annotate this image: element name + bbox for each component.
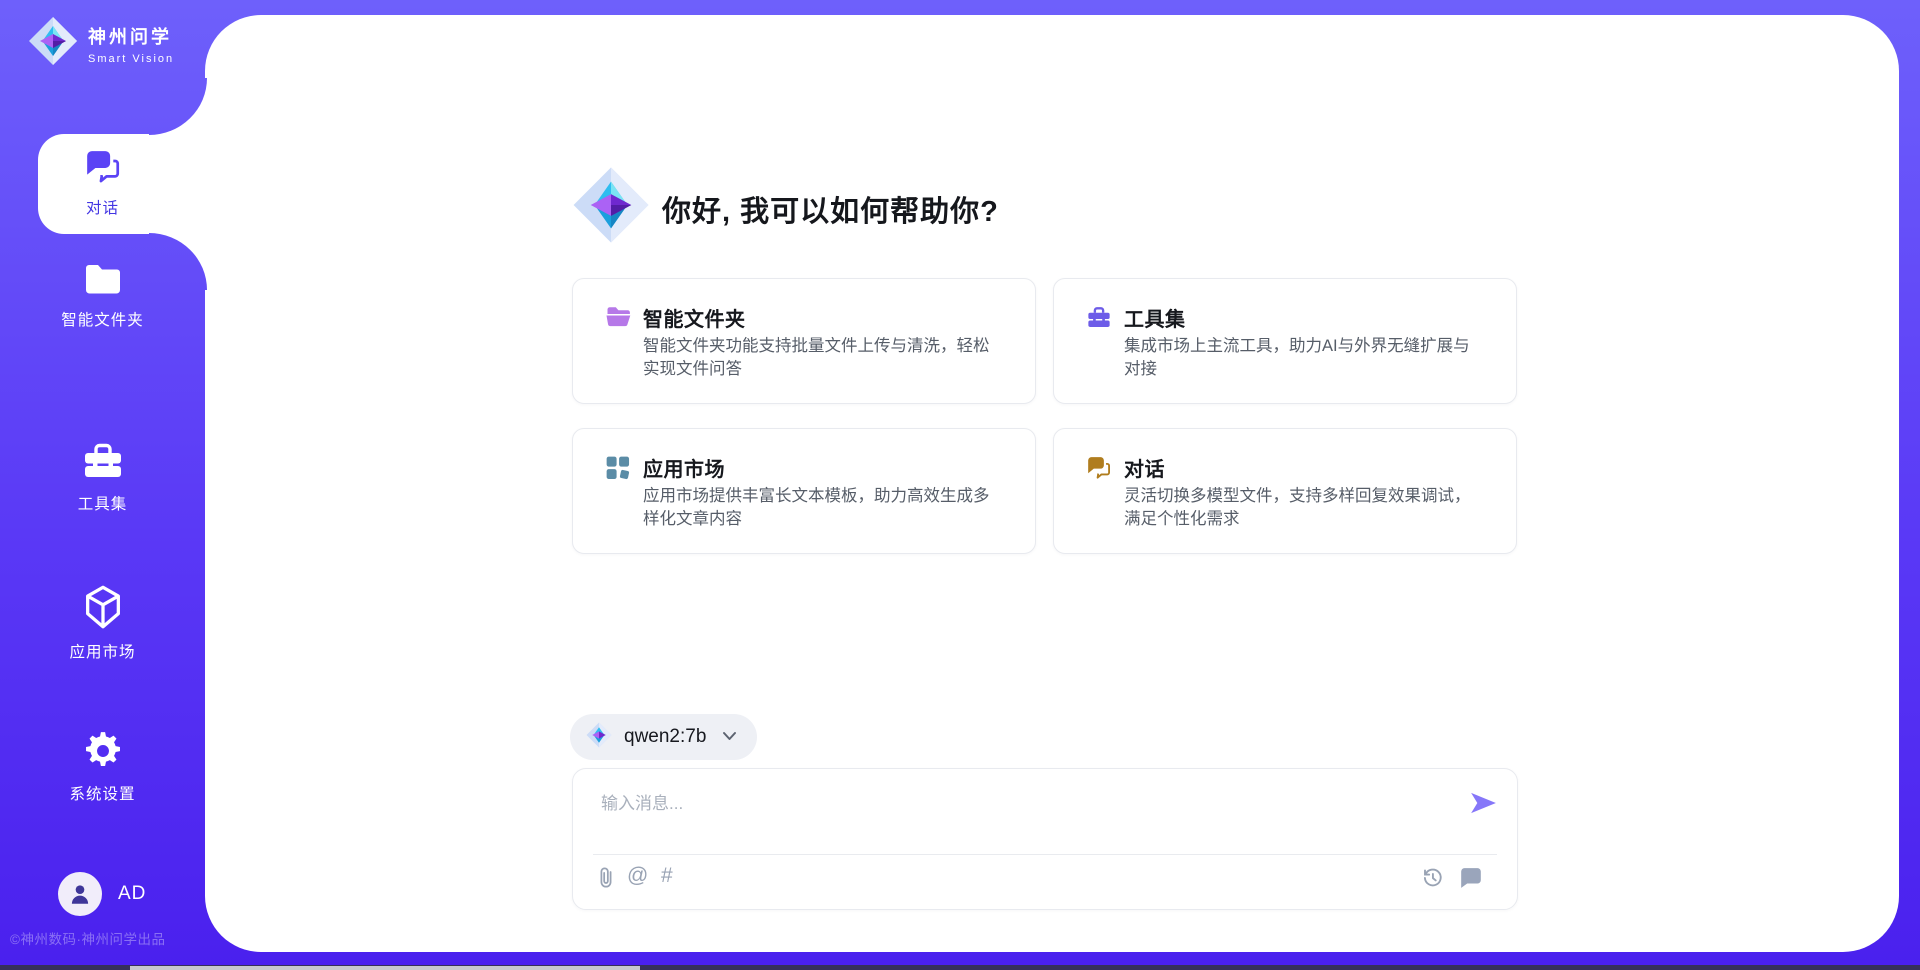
user-profile[interactable]: AD — [58, 872, 146, 916]
scrollbar-fragment[interactable] — [130, 966, 640, 970]
copyright-footer: ©神州数码·神州问学出品 — [10, 928, 205, 948]
send-icon[interactable] — [1470, 791, 1497, 820]
history-icon[interactable] — [1420, 865, 1445, 895]
card-smart-folder[interactable]: 智能文件夹 智能文件夹功能支持批量文件上传与清洗，轻松实现文件问答 — [572, 278, 1036, 404]
greeting-title: 你好, 我可以如何帮助你? — [662, 188, 999, 230]
card-app-market[interactable]: 应用市场 应用市场提供丰富长文本模板，助力高效生成多样化文章内容 — [572, 428, 1036, 554]
card-title: 对话 — [1124, 453, 1165, 482]
model-selector[interactable]: qwen2:7b — [570, 714, 757, 760]
sidebar-item-label: 系统设置 — [0, 782, 205, 804]
sidebar-item-label: 智能文件夹 — [0, 308, 205, 330]
toolbox-icon — [81, 440, 125, 487]
chevron-down-icon — [722, 728, 737, 746]
card-title: 智能文件夹 — [643, 303, 746, 332]
person-icon — [67, 881, 93, 907]
app-subtitle: Smart Vision — [88, 53, 174, 65]
greeting-diamond-icon — [572, 166, 650, 249]
gear-icon — [82, 730, 124, 777]
chat-icon — [1086, 455, 1112, 486]
folder-open-icon — [605, 305, 632, 334]
user-name: AD — [118, 883, 146, 905]
sidebar-item-smart-folder[interactable]: 智能文件夹 — [0, 260, 205, 330]
chat-icon — [84, 148, 122, 191]
card-toolset[interactable]: 工具集 集成市场上主流工具，助力AI与外界无缝扩展与对接 — [1053, 278, 1517, 404]
folder-icon — [82, 260, 124, 303]
card-description: 灵活切换多模型文件，支持多样回复效果调试，满足个性化需求 — [1124, 485, 1486, 531]
sidebar-item-label: 对话 — [0, 196, 205, 218]
grid-icon — [605, 455, 631, 486]
avatar — [58, 872, 102, 916]
model-name: qwen2:7b — [624, 726, 706, 748]
toolbox-icon — [1086, 305, 1112, 335]
brand-diamond-icon — [28, 16, 78, 71]
sidebar-item-app-market[interactable]: 应用市场 — [0, 584, 205, 662]
sidebar-item-chat[interactable]: 对话 — [0, 148, 205, 218]
message-composer: @ # — [572, 768, 1518, 910]
card-chat[interactable]: 对话 灵活切换多模型文件，支持多样回复效果调试，满足个性化需求 — [1053, 428, 1517, 554]
model-diamond-icon — [586, 722, 612, 753]
sidebar-item-toolset[interactable]: 工具集 — [0, 440, 205, 514]
paperclip-icon[interactable] — [595, 865, 617, 895]
tab-concave-corner-top — [149, 78, 207, 135]
composer-divider — [593, 854, 1497, 855]
hash-icon[interactable]: # — [661, 864, 673, 888]
sidebar-item-settings[interactable]: 系统设置 — [0, 730, 205, 804]
sidebar-item-label: 应用市场 — [0, 640, 205, 662]
app-title: 神州问学 — [88, 23, 174, 49]
card-description: 集成市场上主流工具，助力AI与外界无缝扩展与对接 — [1124, 335, 1486, 381]
message-input[interactable] — [599, 783, 1423, 825]
chat-icon[interactable] — [1459, 867, 1483, 894]
card-description: 智能文件夹功能支持批量文件上传与清洗，轻松实现文件问答 — [643, 335, 1005, 381]
app-logo[interactable]: 神州问学 Smart Vision — [28, 16, 174, 71]
cube-icon — [81, 584, 125, 635]
at-icon[interactable]: @ — [627, 864, 648, 888]
card-title: 应用市场 — [643, 453, 725, 482]
card-title: 工具集 — [1124, 303, 1186, 332]
card-description: 应用市场提供丰富长文本模板，助力高效生成多样化文章内容 — [643, 485, 1005, 531]
sidebar-item-label: 工具集 — [0, 492, 205, 514]
